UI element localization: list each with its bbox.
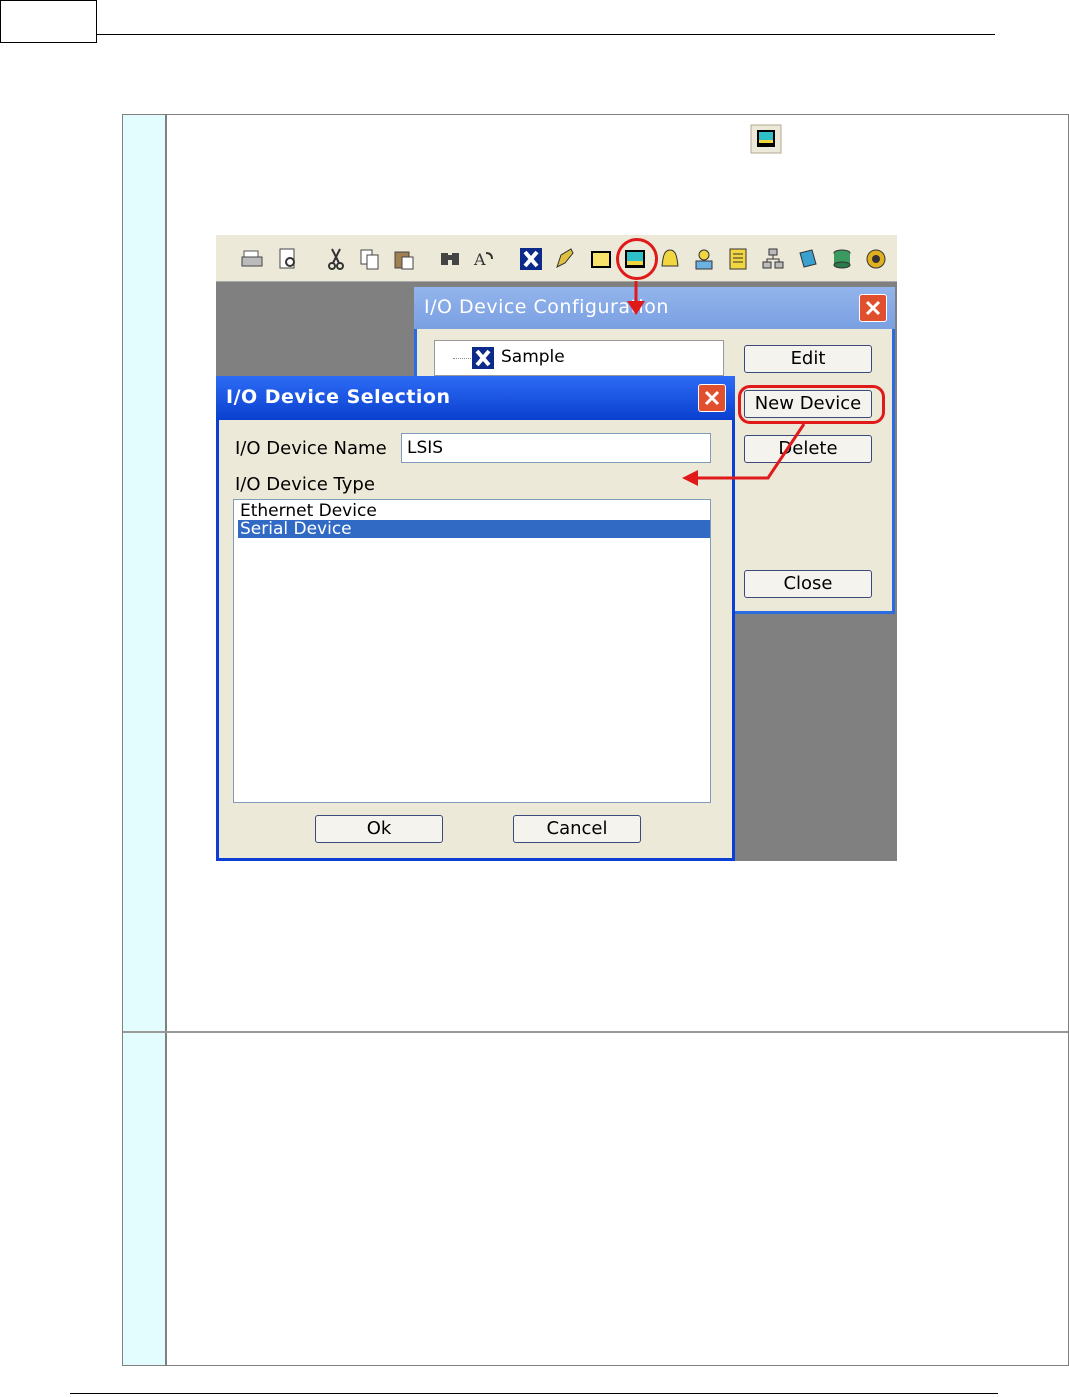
page-footer-rule	[70, 1393, 998, 1394]
io-device-icon	[750, 124, 782, 154]
step-number-cell-1	[123, 115, 167, 1031]
embedded-screenshot: A I/O Device Configuration Sample Edit N…	[216, 235, 897, 861]
annotation-arrows	[627, 281, 806, 486]
page-header-rule	[97, 34, 995, 35]
page-header-box	[0, 0, 97, 43]
row-divider	[123, 1031, 1068, 1033]
step-number-cell-2	[123, 1033, 167, 1365]
